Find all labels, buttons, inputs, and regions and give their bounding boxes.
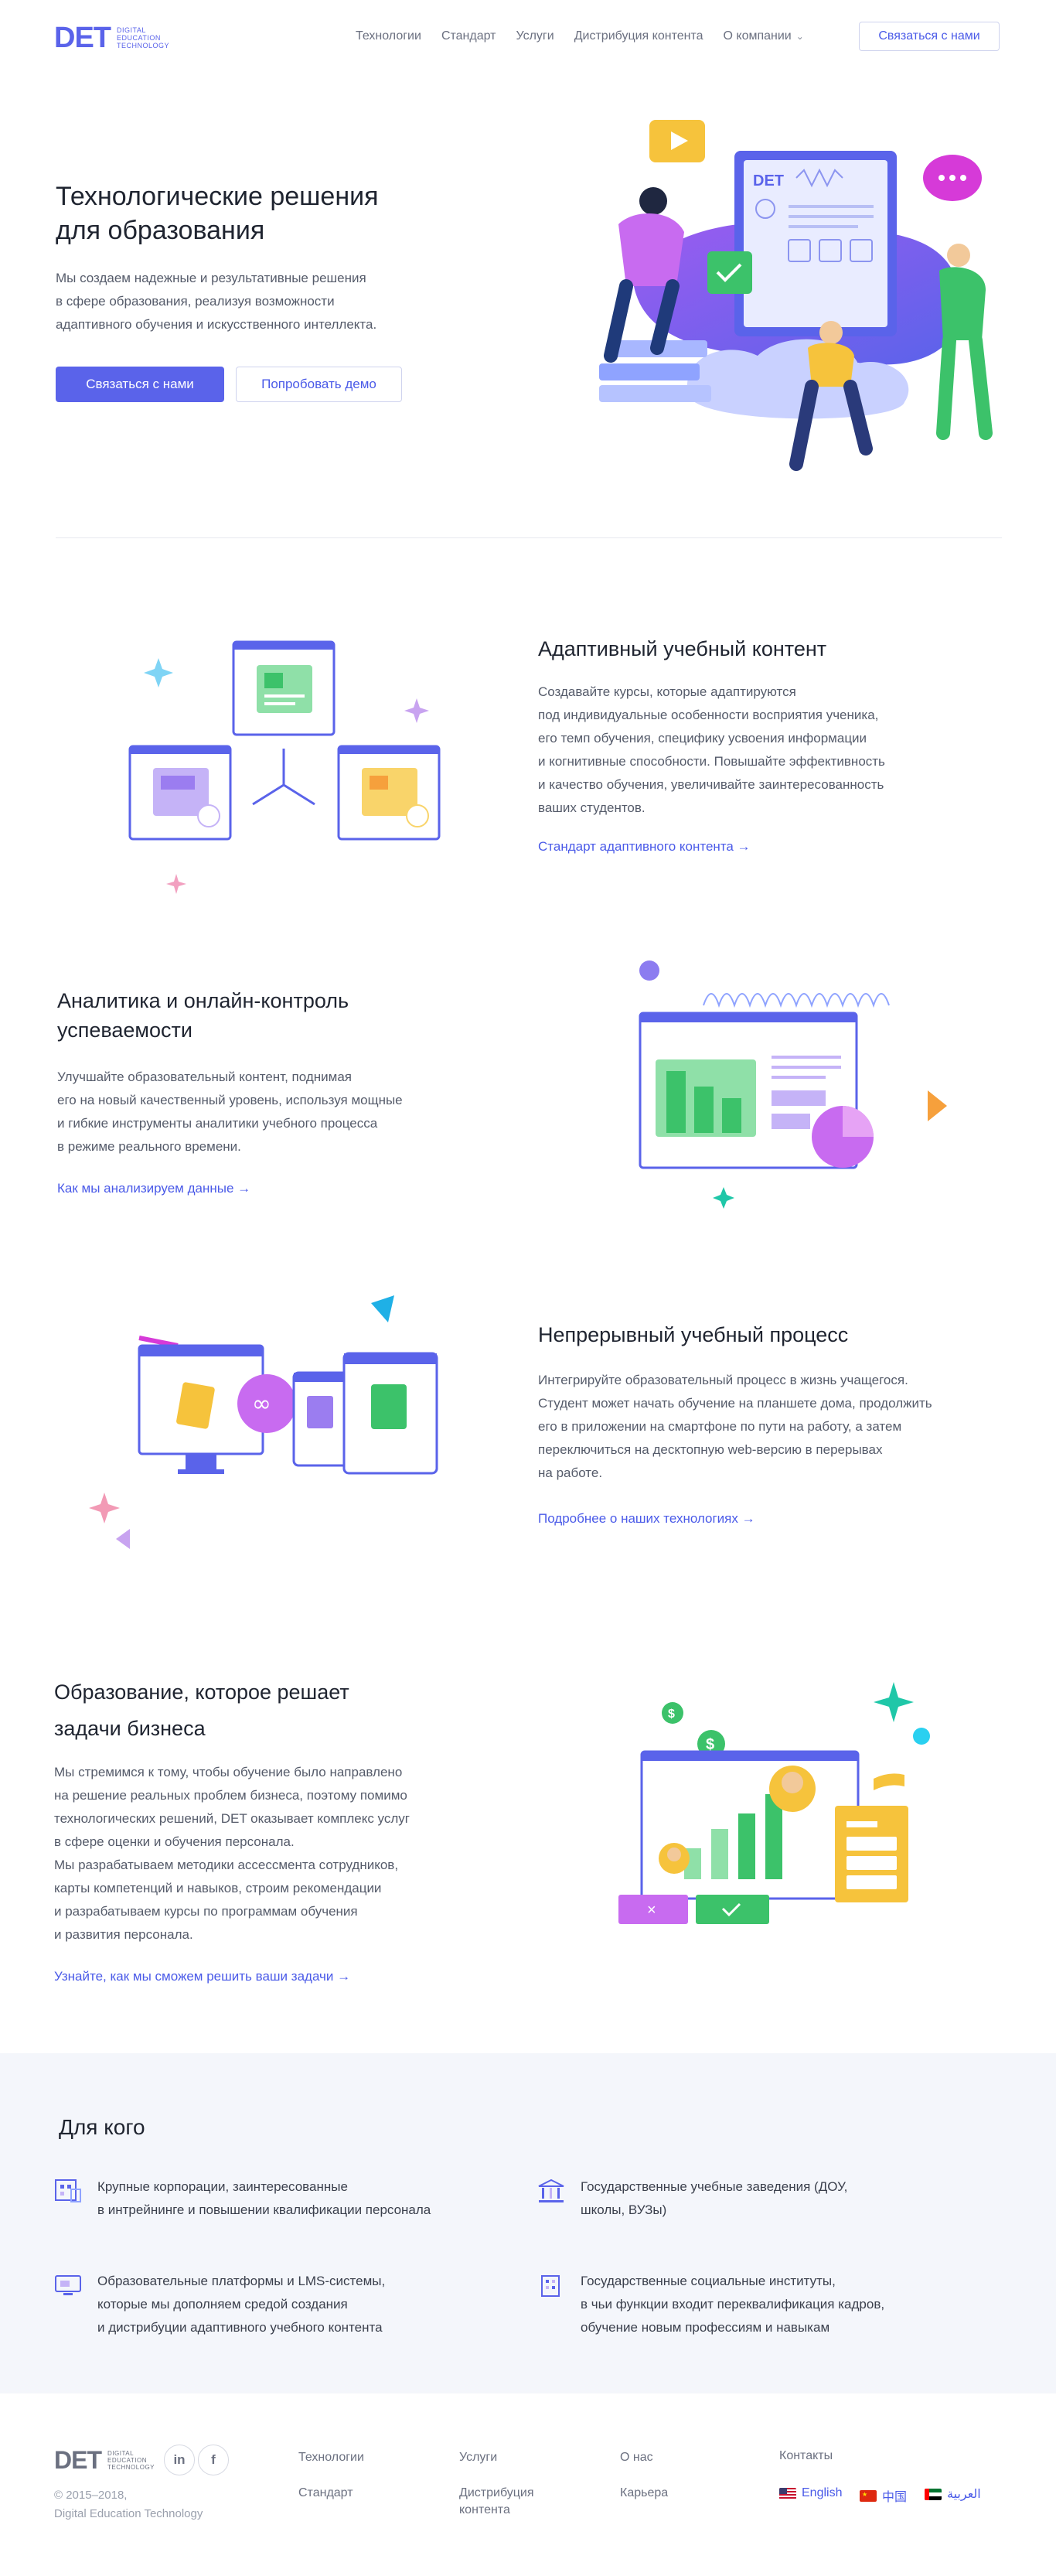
logo-subtitle: Digital Education Technology xyxy=(117,26,170,49)
footer-link-standard[interactable]: Стандарт xyxy=(298,2485,353,2502)
us-flag-icon xyxy=(779,2487,796,2499)
footer-link-career[interactable]: Карьера xyxy=(620,2485,668,2502)
facebook-icon[interactable]: f xyxy=(198,2445,229,2475)
language-english[interactable]: English xyxy=(779,2486,842,2500)
for-whom-section: Для кого Крупные корпорации, заинтересов… xyxy=(0,2053,1056,2393)
nav-item-about[interactable]: О компании ⌄ xyxy=(724,28,804,45)
nav-item-about-label: О компании xyxy=(723,29,792,43)
feature-continuous-title: Непрерывный учебный процесс xyxy=(538,1323,849,1346)
footer-logo-mark: DET xyxy=(54,2446,102,2474)
state-institution-icon xyxy=(536,2177,570,2209)
divider xyxy=(56,537,1002,538)
footer-link-distribution[interactable]: Дистрибуция контента xyxy=(459,2485,534,2519)
feature-continuous-text: Интегрируйте образовательный процесс в ж… xyxy=(538,1373,932,1480)
feature-adaptive-text: Создавайте курсы, которые адаптируются п… xyxy=(538,684,885,815)
feature-analytics-title: Аналитика и онлайн-контроль успеваемости xyxy=(57,989,349,1042)
feature-business-title: Образование, которое решает задачи бизне… xyxy=(54,1680,349,1740)
adaptive-content-illustration xyxy=(116,626,448,905)
copyright: © 2015–2018, Digital Education Technolog… xyxy=(54,2489,203,2520)
continuous-learning-illustration: ∞ xyxy=(70,1288,456,1574)
for-whom-title: Для кого xyxy=(59,2115,145,2139)
header-contact-button[interactable]: Связаться с нами xyxy=(859,22,1000,51)
nav-item-services[interactable]: Услуги xyxy=(516,28,554,45)
illus-logo: DET xyxy=(753,172,784,189)
footer-logo-subtitle: Digital Education Technology xyxy=(107,2449,155,2471)
logo-mark: DET xyxy=(54,22,111,54)
hero-description: Мы создаем надежные и результативные реш… xyxy=(56,271,377,332)
for-whom-item: Государственные учебные заведения (ДОУ, … xyxy=(536,2175,847,2222)
analytics-illustration xyxy=(626,951,974,1230)
footer: DET Digital Education Technology in f © … xyxy=(0,2393,1056,2576)
footer-contacts-heading[interactable]: Контакты xyxy=(779,2449,833,2463)
feature-adaptive-title: Адаптивный учебный контент xyxy=(538,637,827,660)
nav-item-technologies[interactable]: Технологии xyxy=(356,28,421,45)
hero-title: Технологические решения для образования xyxy=(56,182,379,245)
china-flag-icon: ★ xyxy=(860,2489,877,2502)
logo[interactable]: DET Digital Education Technology xyxy=(54,23,169,53)
footer-link-about[interactable]: О нас xyxy=(620,2449,653,2466)
header: DET Digital Education Technology Техноло… xyxy=(0,0,1056,73)
try-demo-button[interactable]: Попробовать демо xyxy=(236,367,402,402)
hero-illustration: DET xyxy=(541,108,1005,487)
feature-adaptive-link[interactable]: Стандарт адаптивного контента → xyxy=(538,839,751,855)
business-illustration: $ $ × xyxy=(603,1674,959,1929)
language-english-label: English xyxy=(802,2486,843,2499)
linkedin-icon[interactable]: in xyxy=(164,2445,195,2475)
language-chinese-label: 中国 xyxy=(882,2491,908,2504)
svg-text:$: $ xyxy=(668,1708,675,1721)
main-nav: Технологии Стандарт Услуги Дистрибуция к… xyxy=(356,28,824,45)
for-whom-item-text: Образовательные платформы и LMS-системы,… xyxy=(97,2274,386,2335)
nav-item-distribution[interactable]: Дистрибуция контента xyxy=(574,28,703,45)
for-whom-item: Государственные социальные институты, в … xyxy=(536,2270,884,2339)
footer-link-services[interactable]: Услуги xyxy=(459,2449,497,2466)
hero-contact-button[interactable]: Связаться с нами xyxy=(56,367,224,402)
svg-text:∞: ∞ xyxy=(252,1390,271,1418)
social-institute-icon xyxy=(536,2271,570,2303)
language-arabic[interactable]: العربية xyxy=(925,2486,981,2502)
uae-flag-icon xyxy=(925,2488,942,2500)
for-whom-item-text: Государственные социальные институты, в … xyxy=(581,2274,885,2335)
feature-analytics-text: Улучшайте образовательный контент, подни… xyxy=(57,1070,403,1154)
feature-continuous-link[interactable]: Подробнее о наших технологиях → xyxy=(538,1511,755,1527)
for-whom-item-text: Государственные учебные заведения (ДОУ, … xyxy=(581,2179,848,2217)
language-chinese[interactable]: ★ 中国 xyxy=(860,2486,907,2505)
nav-item-standard[interactable]: Стандарт xyxy=(441,28,496,45)
chevron-down-icon: ⌄ xyxy=(795,31,804,42)
for-whom-item: Крупные корпорации, заинтересованные в и… xyxy=(53,2175,431,2222)
corporation-icon xyxy=(53,2177,87,2209)
footer-logo[interactable]: DET Digital Education Technology xyxy=(54,2448,155,2472)
feature-business-text: Мы стремимся к тому, чтобы обучение было… xyxy=(54,1765,410,1942)
language-arabic-label: العربية xyxy=(947,2488,981,2501)
footer-link-technologies[interactable]: Технологии xyxy=(298,2449,364,2466)
for-whom-item: Образовательные платформы и LMS-системы,… xyxy=(53,2270,385,2339)
platform-icon xyxy=(53,2271,87,2303)
svg-text:×: × xyxy=(647,1902,656,1919)
feature-analytics-link[interactable]: Как мы анализируем данные → xyxy=(57,1181,250,1196)
feature-business-link[interactable]: Узнайте, как мы сможем решить ваши задач… xyxy=(54,1969,350,1984)
for-whom-item-text: Крупные корпорации, заинтересованные в и… xyxy=(97,2179,431,2217)
